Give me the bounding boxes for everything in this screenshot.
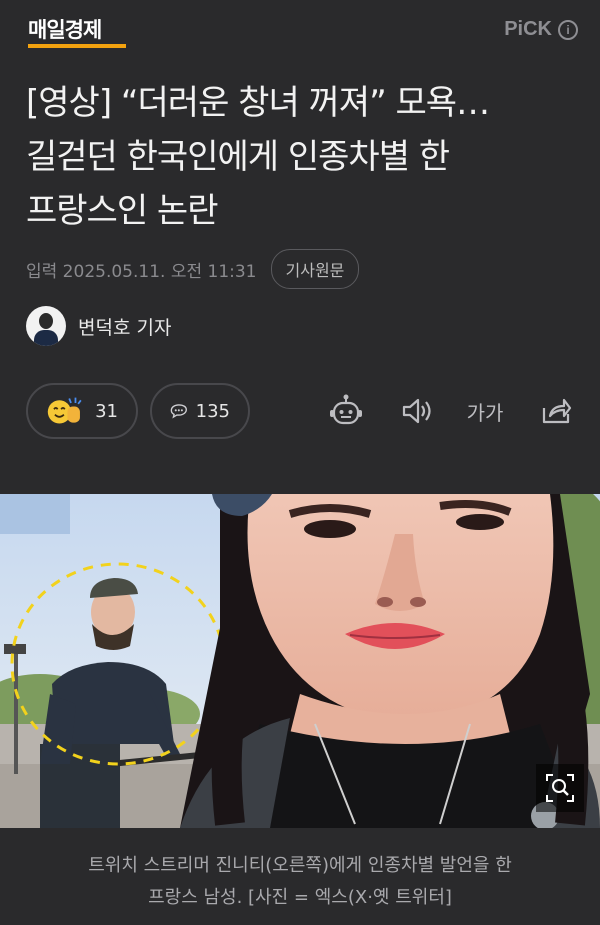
audio-speaker-icon[interactable] (398, 393, 434, 429)
pick-badge[interactable]: PiCK i (504, 18, 578, 41)
pick-label: PiCK (504, 18, 552, 40)
reaction-count: 31 (95, 400, 118, 422)
reporter-avatar[interactable] (26, 306, 66, 346)
headline-line: 프랑스인 논란 (26, 191, 219, 231)
reaction-button[interactable]: 31 (26, 383, 138, 439)
font-size-button[interactable]: 가가 (462, 393, 508, 429)
headline-line: 길걷던 한국인에게 인종차별 한 (26, 137, 450, 177)
caption-line: 트위치 스트리머 진니티(오른쪽)에게 인종차별 발언을 한 (88, 855, 512, 876)
headline-line: [영상] “더러운 창녀 꺼져” 모욕… (26, 83, 490, 123)
publisher-logo[interactable]: 매일경제 (28, 14, 102, 44)
photo-caption: 트위치 스트리머 진니티(오른쪽)에게 인종차별 발언을 한 프랑스 남성. [… (0, 850, 600, 914)
action-bar: 31 135 가가 (26, 383, 578, 441)
article-headline: [영상] “더러운 창녀 꺼져” 모욕… 길걷던 한국인에게 인종차별 한 프랑… (26, 76, 578, 238)
published-time: 입력 2025.05.11. 오전 11:31 (26, 261, 257, 282)
top-bar: 매일경제 PiCK i (0, 0, 600, 60)
caption-line: 프랑스 남성. [사진 = 엑스(X·옛 트위터] (148, 887, 452, 908)
magnifier-icon (546, 774, 574, 802)
info-icon[interactable]: i (558, 19, 578, 40)
logo-underline (28, 44, 126, 48)
comment-button[interactable]: 135 (150, 383, 250, 439)
reporter-row[interactable]: 변덕호 기자 (26, 306, 171, 346)
clap-emoji-icon (47, 397, 82, 424)
comment-icon (170, 404, 187, 419)
reporter-name[interactable]: 변덕호 기자 (78, 313, 171, 340)
article-photo[interactable] (0, 494, 600, 828)
ai-summary-robot-icon[interactable] (328, 393, 364, 429)
share-icon[interactable] (538, 393, 574, 429)
zoom-image-button[interactable] (536, 764, 584, 812)
original-article-button[interactable]: 기사원문 (270, 249, 360, 289)
comment-count: 135 (195, 400, 230, 422)
street-scene-image (0, 494, 600, 828)
article-meta: 입력 2025.05.11. 오전 11:31 기사원문 (26, 249, 360, 289)
